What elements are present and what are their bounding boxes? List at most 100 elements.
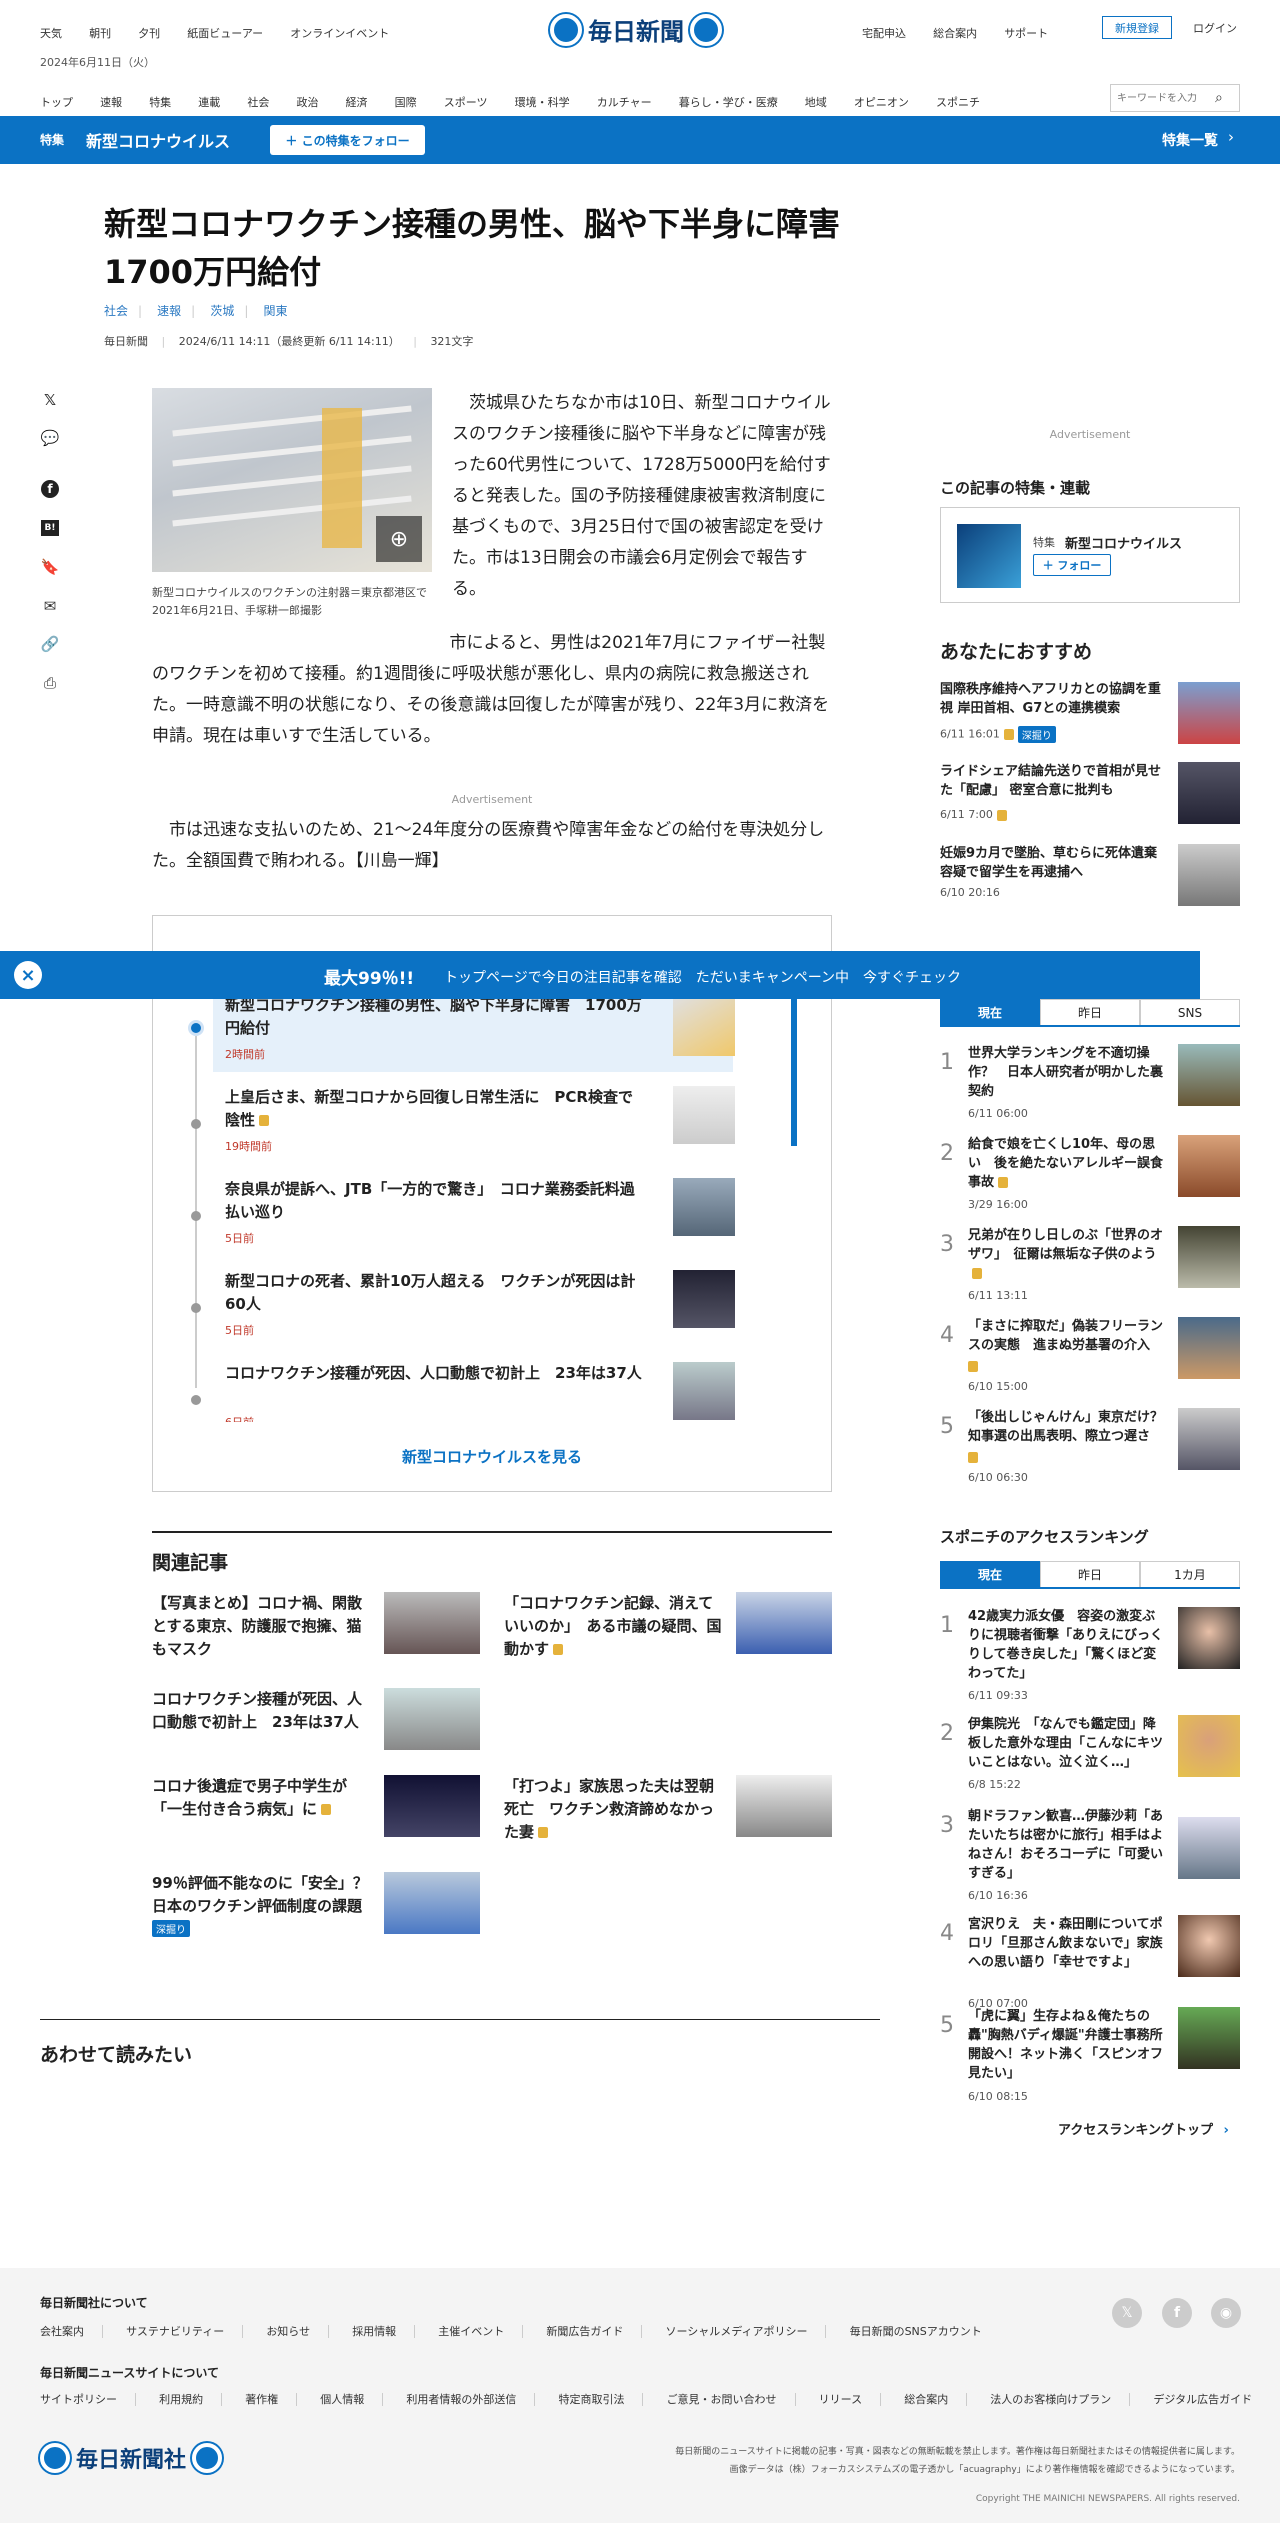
nav-top[interactable]: トップ (40, 96, 73, 109)
recommend-item[interactable]: 国際秩序維持へアフリカとの協調を重視 岸田首相、G7との連携模索 6/11 16… (940, 680, 1240, 744)
mail-icon[interactable]: ✉ (40, 596, 60, 616)
nav-weather[interactable]: 天気 (40, 27, 62, 40)
tab-month[interactable]: 1カ月 (1140, 1561, 1240, 1587)
timeline-item[interactable]: 奈良県が提訴へ、JTB「一方的で驚き」 コロナ業務委託料過払い巡り 5日前 (225, 1178, 745, 1258)
recommend-item[interactable]: ライドシェア結論先送りで首相が見せた「配慮」 密室合意に批判も 6/11 7:0… (940, 762, 1240, 826)
footer-link[interactable]: 特定商取引法 (558, 2393, 644, 2406)
hatena-icon[interactable]: B! (40, 518, 60, 538)
search-icon[interactable]: ⌕ (1215, 90, 1223, 106)
nav-society[interactable]: 社会 (247, 96, 269, 109)
category-ibaraki[interactable]: 茨城 (210, 304, 234, 318)
facebook-icon[interactable]: f (40, 479, 60, 499)
recommend-item[interactable]: 妊娠9カ月で墜胎、草むらに死体遺棄容疑で留学生を再逮捕へ 6/10 20:16 (940, 844, 1240, 908)
category-kanto[interactable]: 関東 (263, 304, 287, 318)
tab-sns[interactable]: SNS (1140, 999, 1240, 1025)
search-input[interactable] (1111, 92, 1215, 104)
related-item[interactable]: コロナワクチン接種が死因、人口動態で初計上 23年は37人 (152, 1688, 480, 1750)
bookmark-icon[interactable]: 🔖 (40, 557, 60, 577)
category-breaking[interactable]: 速報 (157, 304, 181, 318)
footer-link[interactable]: サステナビリティー (126, 2325, 244, 2338)
feature-follow-button[interactable]: ＋ この特集をフォロー (270, 125, 425, 155)
nav-event[interactable]: オンラインイベント (290, 27, 389, 40)
ranking-item[interactable]: 5 「後出しじゃんけん」東京だけ？知事選の出馬表明、際立つ遅さ 6/10 06:… (940, 1408, 1240, 1492)
timeline-more-link[interactable]: 新型コロナウイルスを見る (153, 1446, 831, 1467)
footer-link[interactable]: 主催イベント (438, 2325, 524, 2338)
tab-now[interactable]: 現在 (940, 1561, 1040, 1587)
nav-opinion[interactable]: オピニオン (854, 96, 909, 109)
nav-life[interactable]: 暮らし・学び・医療 (679, 96, 778, 109)
footer-logo[interactable]: 毎日新聞社 (40, 2442, 223, 2474)
ranking-item[interactable]: 5 「虎に翼」生存よね＆俺たちの轟"胸熱バディ爆誕"弁護士事務所開設へ！ネット沸… (940, 2007, 1240, 2107)
sidebar-feature-card[interactable]: 特集 新型コロナウイルス ＋ フォロー (940, 507, 1240, 603)
tab-yesterday[interactable]: 昨日 (1040, 1561, 1140, 1587)
nav-culture[interactable]: カルチャー (597, 96, 652, 109)
article-photo[interactable]: ⊕ (152, 388, 432, 572)
footer-link[interactable]: 利用者情報の外部送信 (406, 2393, 536, 2406)
ranking-item[interactable]: 3 朝ドラファン歓喜…伊藤沙莉「あたいたちは密かに旅行」相手はよねさん！おそろコ… (940, 1807, 1240, 1902)
nav-local[interactable]: 地域 (805, 96, 827, 109)
footer-link[interactable]: ご意見・お問い合わせ (666, 2393, 796, 2406)
ranking-item[interactable]: 3 兄弟が在りし日しのぶ「世界のオザワ」 征爾は無垢な子供のよう 6/11 13… (940, 1226, 1240, 1310)
ranking-item[interactable]: 2 給食で娘を亡くし10年、母の思い 後を絶たないアレルギー誤食事故 3/29 … (940, 1135, 1240, 1219)
footer-link[interactable]: サイトポリシー (40, 2393, 136, 2406)
nav-series[interactable]: 連載 (198, 96, 220, 109)
footer-link[interactable]: ソーシャルメディアポリシー (665, 2325, 827, 2338)
nav-sponichi[interactable]: スポニチ (936, 96, 980, 109)
nav-world[interactable]: 国際 (395, 96, 417, 109)
footer-link[interactable]: リリース (818, 2393, 882, 2406)
nav-viewer[interactable]: 紙面ビューアー (187, 27, 263, 40)
footer-link[interactable]: 法人のお客様向けプラン (990, 2393, 1131, 2406)
nav-breaking[interactable]: 速報 (100, 96, 122, 109)
footer-link[interactable]: 採用情報 (352, 2325, 416, 2338)
tab-now[interactable]: 現在 (940, 999, 1040, 1025)
related-item[interactable]: 「打つよ」家族思った夫は翌朝死亡 ワクチン救済諦めなかった妻 (504, 1775, 832, 1841)
print-icon[interactable]: ⎙ (40, 673, 60, 693)
timeline-item[interactable]: コロナワクチン接種が死因、人口動態で初計上 23年は37人 6日前 (225, 1362, 745, 1422)
nav-politics[interactable]: 政治 (296, 96, 318, 109)
ranking-top-link[interactable]: アクセスランキングトップ › (1058, 2119, 1229, 2138)
related-item[interactable]: 【写真まとめ】コロナ禍、閑散とする東京、防護服で抱擁、猫もマスク (152, 1592, 480, 1658)
footer-link[interactable]: 新聞広告ガイド (546, 2325, 643, 2338)
feature-name[interactable]: 新型コロナウイルス (86, 128, 230, 152)
link-support[interactable]: サポート (1004, 27, 1048, 40)
ranking-item[interactable]: 4 「まさに搾取だ」偽装フリーランスの実態 進まぬ労基署の介入 6/10 15:… (940, 1317, 1240, 1401)
nav-evening[interactable]: 夕刊 (138, 27, 160, 40)
link-info[interactable]: 総合案内 (933, 27, 977, 40)
login-link[interactable]: ログイン (1193, 20, 1237, 36)
link-delivery[interactable]: 宅配申込 (862, 27, 906, 40)
ranking-item[interactable]: 1 42歳実力派女優 容姿の激変ぶりに視聴者衝撃「ありえにびっくりして巻き戻した… (940, 1607, 1240, 1702)
site-logo[interactable]: 毎日新聞 (550, 12, 722, 47)
link-icon[interactable]: 🔗 (40, 634, 60, 654)
zoom-icon[interactable]: ⊕ (376, 516, 422, 562)
close-icon[interactable]: × (14, 961, 42, 989)
related-item[interactable]: コロナ後遺症で男子中学生が「一生付き合う病気」に (152, 1775, 480, 1837)
timeline-item[interactable]: 新型コロナの死者、累計10万人超える ワクチンが死因は計60人 5日前 (225, 1270, 745, 1350)
ranking-item[interactable]: 4 宮沢りえ 夫・森田剛についてポロリ「旦那さん飲まないで」家族への思い語り「幸… (940, 1915, 1240, 2010)
footer-link[interactable]: 会社案内 (40, 2325, 103, 2338)
timeline-scrollbar[interactable] (791, 996, 797, 1146)
nav-sports[interactable]: スポーツ (444, 96, 488, 109)
category-society[interactable]: 社会 (104, 304, 128, 318)
feature-follow-button[interactable]: ＋ フォロー (1033, 554, 1111, 576)
nav-science[interactable]: 環境・科学 (515, 96, 570, 109)
overlay-banner[interactable]: × 最大99％!! トップページで今日の注目記事を確認 ただいまキャンペーン中 … (0, 951, 1200, 999)
footer-link[interactable]: 総合案内 (904, 2393, 968, 2406)
footer-link[interactable]: デジタル広告ガイド (1153, 2393, 1270, 2406)
ranking-item[interactable]: 1 世界大学ランキングを不適切操作？ 日本人研究者が明かした裏契約 6/11 0… (940, 1044, 1240, 1128)
feature-list-link[interactable]: 特集一覧 (1162, 130, 1218, 150)
related-item[interactable]: 「コロナワクチン記録、消えていいのか」 ある市議の疑問、国動かす (504, 1592, 832, 1658)
nav-economy[interactable]: 経済 (346, 96, 368, 109)
x-share-icon[interactable]: 𝕏 (40, 390, 60, 410)
footer-link[interactable]: 利用規約 (159, 2393, 223, 2406)
footer-link[interactable]: 個人情報 (320, 2393, 384, 2406)
nav-feature[interactable]: 特集 (149, 96, 171, 109)
footer-x-icon[interactable]: 𝕏 (1112, 2298, 1142, 2328)
timeline-item[interactable]: 上皇后さま、新型コロナから回復し日常生活に PCR検査で陰性 19時間前 (225, 1086, 745, 1166)
timeline-item[interactable]: 新型コロナワクチン接種の男性、脳や下半身に障害 1700万円給付 2時間前 (225, 994, 745, 1074)
footer-link[interactable]: 毎日新聞のSNSアカウント (850, 2325, 1000, 2338)
comment-icon[interactable]: 💬 (40, 428, 60, 448)
tab-yesterday[interactable]: 昨日 (1040, 999, 1140, 1025)
related-item[interactable]: 99％評価不能なのに「安全」？日本のワクチン評価制度の課題 深掘り (152, 1872, 480, 1942)
ranking-item[interactable]: 2 伊集院光 「なんでも鑑定団」降板した意外な理由「こんなにキツいことはない。泣… (940, 1715, 1240, 1795)
footer-link[interactable]: お知らせ (266, 2325, 330, 2338)
